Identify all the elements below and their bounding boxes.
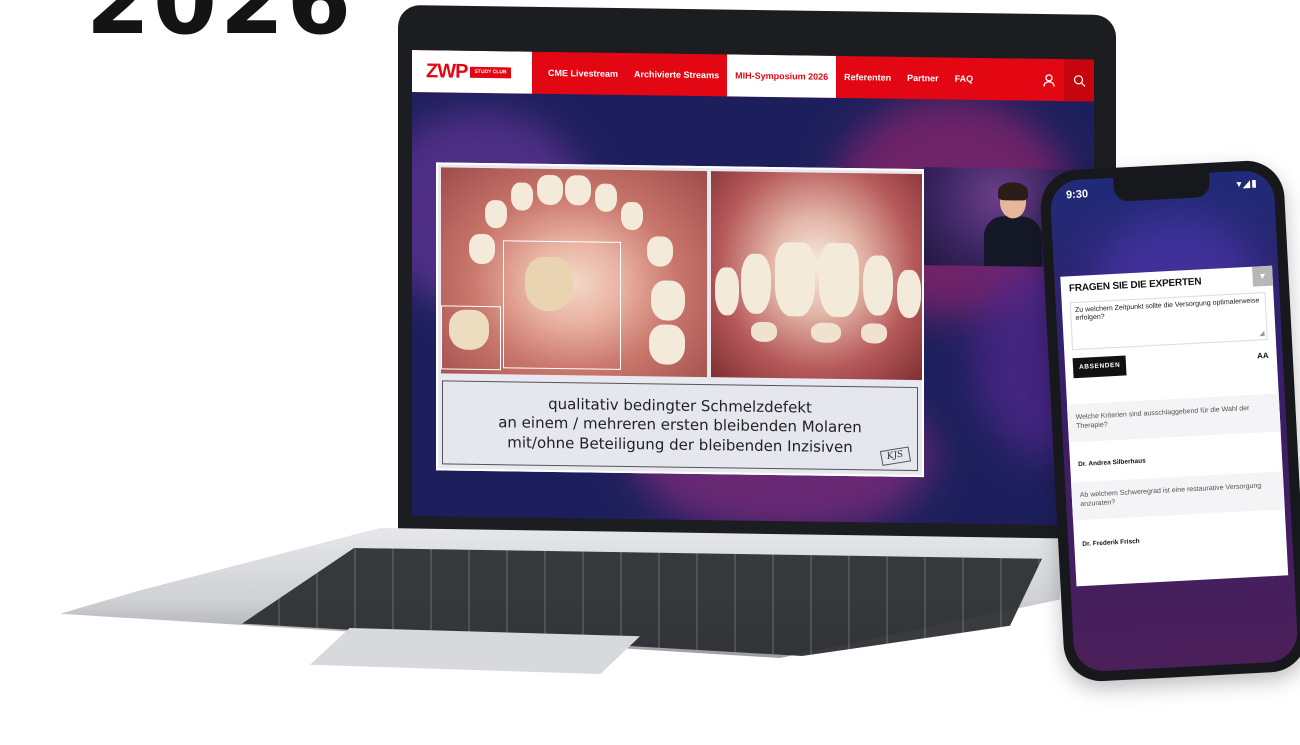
question-card: Welche Kriterien sind ausschlaggebend fü… <box>1066 393 1281 443</box>
nav-faq[interactable]: FAQ <box>947 57 982 99</box>
question-author: Dr. Andrea Silberhaus <box>1077 457 1146 469</box>
laptop-screen: ZWP STUDY CLUB CME Livestream Archiviert… <box>412 50 1094 526</box>
submit-button[interactable]: ABSENDEN <box>1072 355 1127 379</box>
nav-referenten[interactable]: Referenten <box>836 56 899 99</box>
nav-mih-symposium[interactable]: MIH-Symposium 2026 <box>727 54 837 98</box>
caption-line-3: mit/ohne Beteiligung der bleibenden Inzi… <box>507 433 853 456</box>
search-icon[interactable] <box>1064 59 1094 102</box>
site-navbar: ZWP STUDY CLUB CME Livestream Archiviert… <box>412 50 1094 102</box>
logo-wordmark: ZWP <box>426 60 468 83</box>
slide-caption: qualitativ bedingter Schmelzdefekt an ei… <box>442 380 918 472</box>
status-time: 9:30 <box>1065 188 1089 202</box>
logo-badge: STUDY CLUB <box>470 66 511 78</box>
speaker-body <box>984 215 1042 268</box>
hero-year: 2026 <box>86 0 355 55</box>
smartphone: 9:30 ▾◢▮ FRAGEN SIE DIE EXPERTEN ▾ Zu we… <box>1038 158 1300 684</box>
status-icons: ▾◢▮ <box>1236 178 1258 191</box>
phone-notch <box>1113 172 1211 202</box>
nav-cme-livestream[interactable]: CME Livestream <box>540 52 626 95</box>
question-card: Ab welchem Schweregrad ist eine restaura… <box>1071 471 1285 520</box>
question-author: Dr. Frederik Frisch <box>1082 537 1140 548</box>
question-input-value: Zu welchem Zeitpunkt sollte die Versorgu… <box>1074 297 1260 323</box>
dental-photo-occlusal <box>441 167 707 378</box>
question-input[interactable]: Zu welchem Zeitpunkt sollte die Versorgu… <box>1069 292 1268 351</box>
qa-title: FRAGEN SIE DIE EXPERTEN <box>1068 276 1202 295</box>
laptop-trackpad <box>310 628 640 674</box>
chevron-down-icon[interactable]: ▾ <box>1252 265 1274 287</box>
presentation-slide: qualitativ bedingter Schmelzdefekt an ei… <box>436 162 924 478</box>
site-logo[interactable]: ZWP STUDY CLUB <box>412 50 532 94</box>
nav-archivierte-streams[interactable]: Archivierte Streams <box>626 53 727 96</box>
resize-handle-icon[interactable]: ◢ <box>1259 330 1265 339</box>
qa-panel: FRAGEN SIE DIE EXPERTEN ▾ Zu welchem Zei… <box>1060 265 1289 587</box>
user-icon[interactable] <box>1034 59 1064 101</box>
author-seal: KJS <box>879 446 911 466</box>
question-text: Ab welchem Schweregrad ist eine restaura… <box>1079 482 1262 508</box>
question-text: Welche Kriterien sind ausschlaggebend fü… <box>1075 405 1250 430</box>
phone-screen: 9:30 ▾◢▮ FRAGEN SIE DIE EXPERTEN ▾ Zu we… <box>1049 169 1299 673</box>
font-size-toggle[interactable]: AA <box>1257 351 1269 361</box>
nav-partner[interactable]: Partner <box>899 57 947 100</box>
dental-photo-frontal <box>711 171 922 381</box>
speaker-hair <box>998 182 1028 201</box>
